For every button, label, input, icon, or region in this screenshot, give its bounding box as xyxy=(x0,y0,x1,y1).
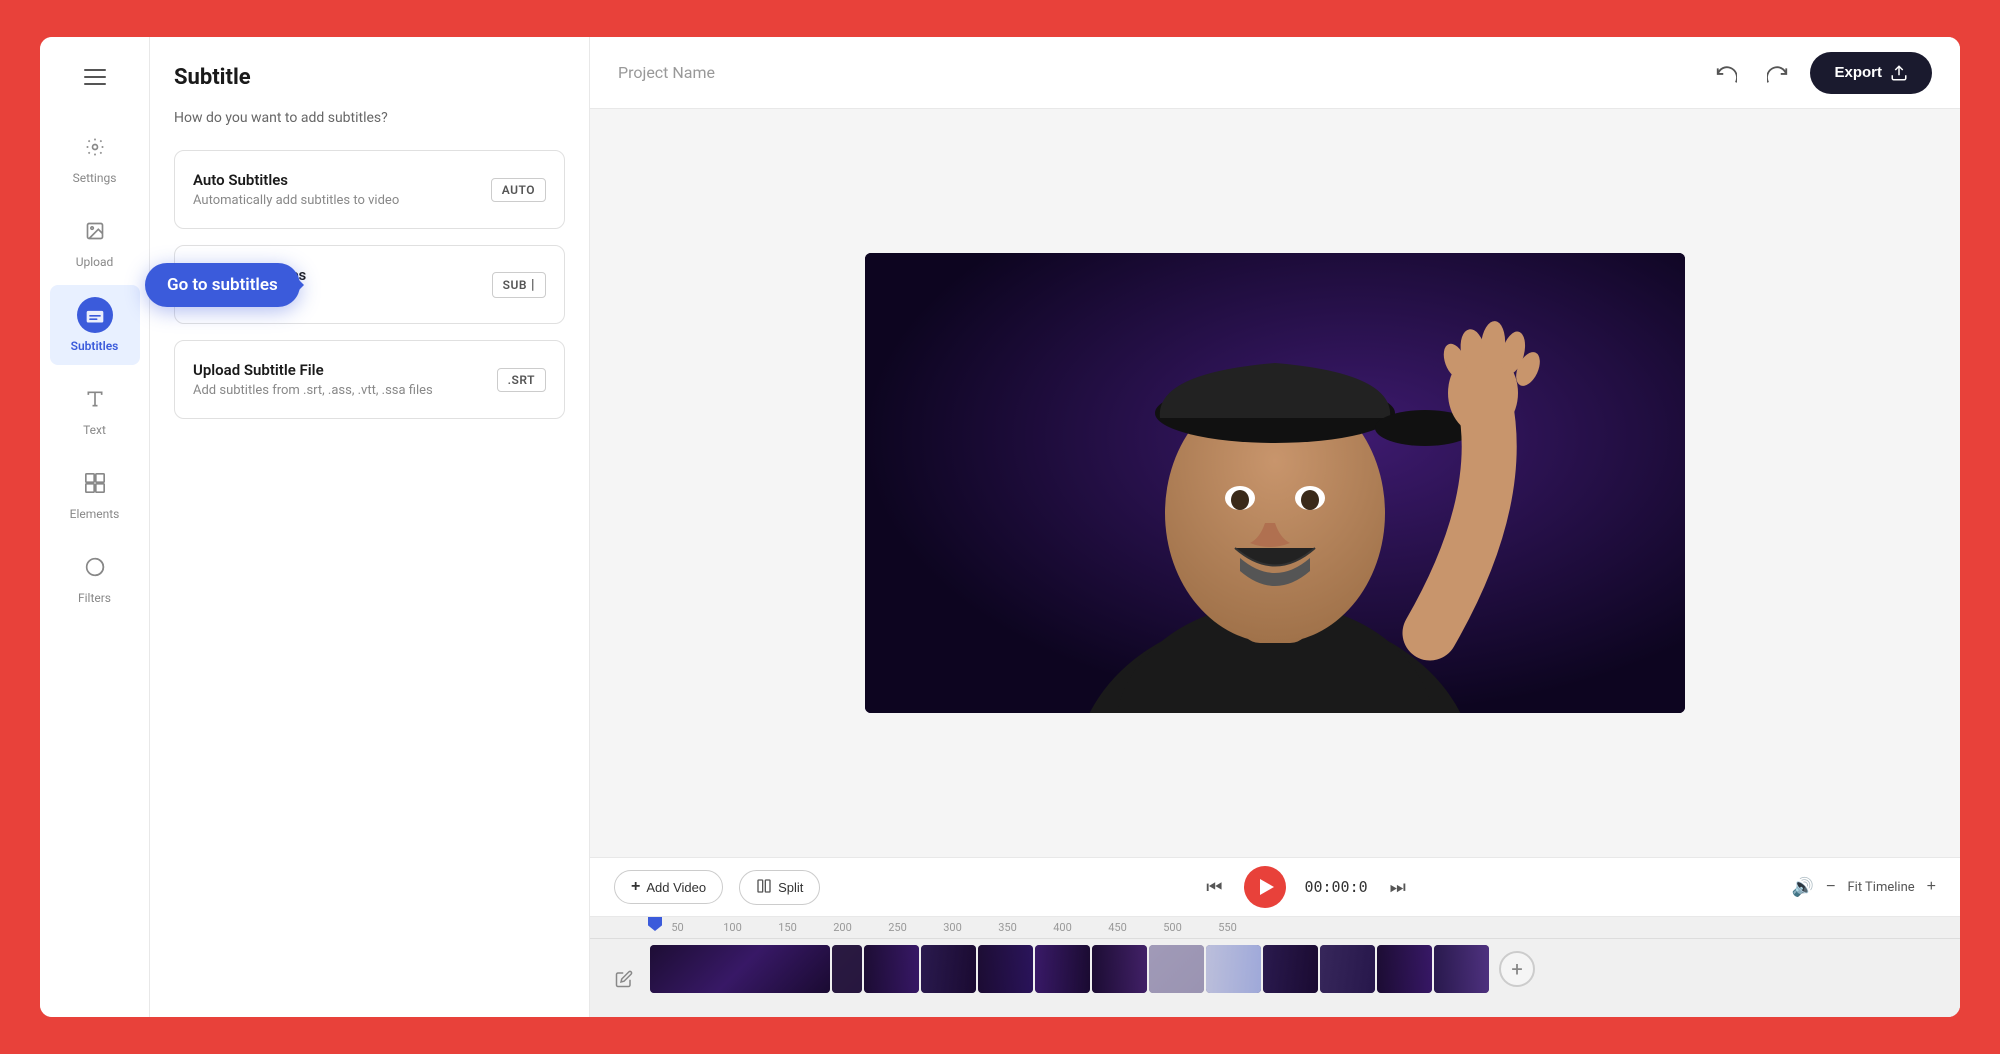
time-display: 00:00:0 xyxy=(1304,878,1367,896)
add-video-label: Add Video xyxy=(646,880,706,895)
auto-subtitles-card[interactable]: Auto Subtitles Automatically add subtitl… xyxy=(174,150,565,229)
split-button[interactable]: Split xyxy=(739,870,820,905)
main-content: Project Name Export xyxy=(590,37,1960,1017)
zoom-plus-button[interactable]: + xyxy=(1927,878,1936,896)
timeline-clip-7[interactable] xyxy=(1092,945,1147,993)
upload-subtitle-card[interactable]: Upload Subtitle File Add subtitles from … xyxy=(174,340,565,419)
topbar: Project Name Export xyxy=(590,37,1960,109)
skip-forward-button[interactable]: ⏭ xyxy=(1386,873,1410,902)
ruler-500: 500 xyxy=(1145,921,1200,934)
timeline-clips-row: + xyxy=(590,939,1960,999)
auto-card-desc: Automatically add subtitles to video xyxy=(193,193,399,208)
timeline-clip-13[interactable] xyxy=(1434,945,1489,993)
redo-button[interactable] xyxy=(1758,53,1798,93)
sidebar-item-elements[interactable]: Elements xyxy=(50,453,140,533)
go-to-subtitles-tooltip: Go to subtitles xyxy=(145,263,300,307)
filters-label: Filters xyxy=(78,591,111,605)
subtitles-label: Subtitles xyxy=(71,339,119,353)
manual-badge: SUB | xyxy=(492,272,546,298)
add-video-button[interactable]: + Add Video xyxy=(614,870,723,904)
timeline-clip-5[interactable] xyxy=(978,945,1033,993)
settings-icon xyxy=(77,129,113,165)
timeline-ruler: 50 100 150 200 250 300 350 400 450 500 5… xyxy=(590,917,1960,939)
cursor-icon: | xyxy=(531,277,535,293)
split-icon xyxy=(756,878,772,897)
tooltip-text: Go to subtitles xyxy=(167,275,278,295)
ruler-200: 200 xyxy=(815,921,870,934)
ruler-550: 550 xyxy=(1200,921,1255,934)
timeline-clip-4[interactable] xyxy=(921,945,976,993)
add-clip-button[interactable]: + xyxy=(1499,951,1535,987)
pencil-button[interactable] xyxy=(606,961,642,997)
timeline-clip-10[interactable] xyxy=(1263,945,1318,993)
video-preview xyxy=(865,253,1685,713)
sidebar-item-upload[interactable]: Upload xyxy=(50,201,140,281)
text-label: Text xyxy=(83,423,106,437)
timeline-clip-9[interactable] xyxy=(1206,945,1261,993)
timeline-clip-8[interactable] xyxy=(1149,945,1204,993)
text-icon xyxy=(77,381,113,417)
timeline-clip-2[interactable] xyxy=(832,945,862,993)
ruler-450: 450 xyxy=(1090,921,1145,934)
ruler-300: 300 xyxy=(925,921,980,934)
panel-title: Subtitle xyxy=(174,65,565,90)
upload-card-desc: Add subtitles from .srt, .ass, .vtt, .ss… xyxy=(193,383,433,398)
video-person-svg xyxy=(865,253,1685,713)
sidebar: Settings Upload Subtitles xyxy=(40,37,150,1017)
timeline-controls: + Add Video Split ⏮ 00:00:0 ⏭ xyxy=(590,857,1960,917)
timeline-right: 🔊 − Fit Timeline + xyxy=(1792,877,1936,898)
volume-icon[interactable]: 🔊 xyxy=(1792,877,1814,898)
play-icon xyxy=(1260,879,1274,895)
subtitle-panel: Subtitle How do you want to add subtitle… xyxy=(150,37,590,1017)
manual-subtitles-card[interactable]: Go to subtitles Manual Subtitles SUB to … xyxy=(174,245,565,324)
timeline-clip-6[interactable] xyxy=(1035,945,1090,993)
timeline-track: 50 100 150 200 250 300 350 400 450 500 5… xyxy=(590,917,1960,1017)
video-thumbnail xyxy=(865,253,1685,713)
ruler-350: 350 xyxy=(980,921,1035,934)
timeline-clip-12[interactable] xyxy=(1377,945,1432,993)
auto-badge: AUTO xyxy=(491,178,546,202)
skip-back-button[interactable]: ⏮ xyxy=(1202,873,1226,902)
hamburger-button[interactable] xyxy=(75,57,115,97)
filters-icon xyxy=(77,549,113,585)
subtitles-icon xyxy=(77,297,113,333)
add-icon: + xyxy=(631,878,640,896)
ruler-400: 400 xyxy=(1035,921,1090,934)
fit-timeline-label: Fit Timeline xyxy=(1847,880,1914,895)
ruler-150: 150 xyxy=(760,921,815,934)
upload-card-title: Upload Subtitle File xyxy=(193,361,433,379)
sidebar-item-settings[interactable]: Settings xyxy=(50,117,140,197)
sidebar-item-filters[interactable]: Filters xyxy=(50,537,140,617)
timeline-center: ⏮ 00:00:0 ⏭ xyxy=(836,866,1775,908)
settings-label: Settings xyxy=(73,171,117,185)
srt-badge: .SRT xyxy=(497,368,546,392)
ruler-250: 250 xyxy=(870,921,925,934)
app-container: Settings Upload Subtitles xyxy=(40,37,1960,1017)
ruler-100: 100 xyxy=(705,921,760,934)
video-area xyxy=(590,109,1960,857)
sub-badge-text: SUB xyxy=(503,278,527,292)
play-button[interactable] xyxy=(1244,866,1286,908)
timeline-clip-11[interactable] xyxy=(1320,945,1375,993)
split-label: Split xyxy=(778,880,803,895)
elements-icon xyxy=(77,465,113,501)
elements-label: Elements xyxy=(70,507,120,521)
timeline-clip-1[interactable] xyxy=(650,945,830,993)
export-label: Export xyxy=(1834,64,1882,81)
sidebar-item-subtitles[interactable]: Subtitles xyxy=(50,285,140,365)
topbar-actions: Export xyxy=(1706,52,1932,94)
export-button[interactable]: Export xyxy=(1810,52,1932,94)
zoom-minus-button[interactable]: − xyxy=(1826,878,1835,896)
project-name: Project Name xyxy=(618,63,1690,82)
timeline-clip-3[interactable] xyxy=(864,945,919,993)
upload-label: Upload xyxy=(76,255,114,269)
upload-icon xyxy=(77,213,113,249)
panel-subtitle: How do you want to add subtitles? xyxy=(174,110,565,126)
sidebar-item-text[interactable]: Text xyxy=(50,369,140,449)
undo-button[interactable] xyxy=(1706,53,1746,93)
auto-card-title: Auto Subtitles xyxy=(193,171,399,189)
